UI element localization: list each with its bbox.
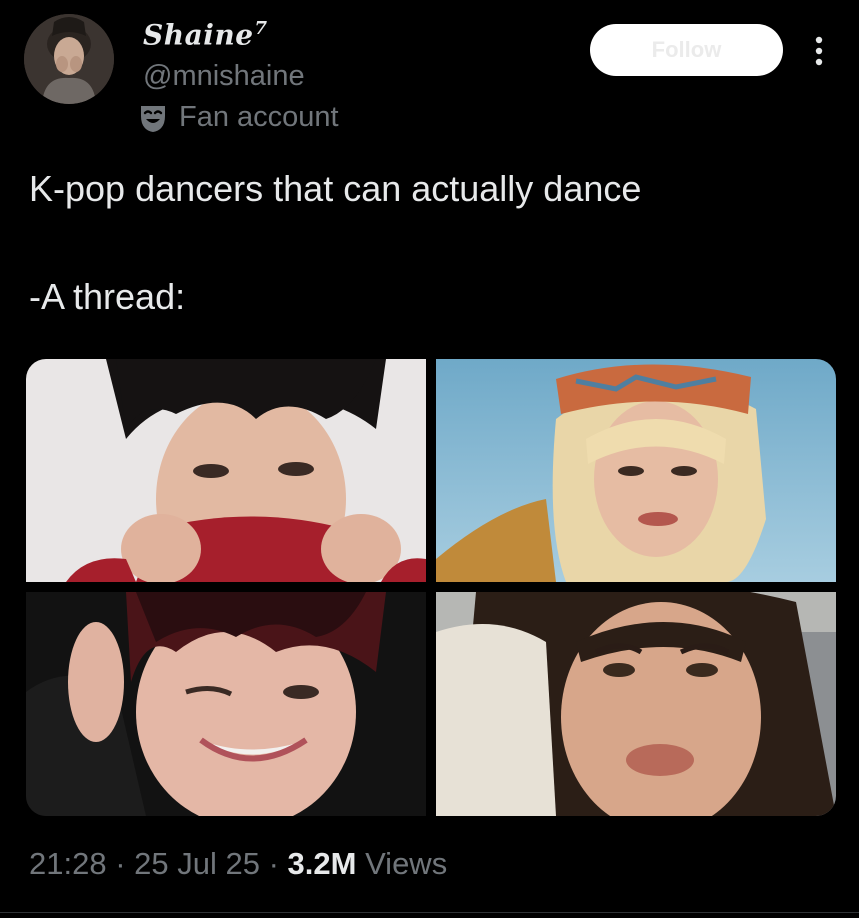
media-grid (26, 359, 836, 816)
tweet-date[interactable]: 25 Jul 25 (134, 846, 260, 881)
follow-button[interactable]: Follow (590, 24, 783, 76)
avatar[interactable] (24, 14, 114, 104)
media-photo-4[interactable] (436, 592, 836, 816)
display-name[interactable]: Shaine7 (143, 18, 268, 51)
display-name-suffix: 7 (254, 18, 268, 39)
media-photo-2[interactable] (436, 359, 836, 582)
more-vertical-icon[interactable] (806, 33, 832, 69)
divider (0, 912, 859, 913)
tweet-meta: 21:28 · 25 Jul 25 · 3.2M Views (29, 846, 447, 882)
media-photo-1[interactable] (26, 359, 426, 582)
meta-separator: · (259, 846, 288, 881)
fan-account-label: Fan account (139, 101, 339, 134)
label-text: Fan account (179, 101, 339, 133)
meta-separator: · (106, 846, 135, 881)
mask-icon (139, 103, 167, 133)
tweet-text-line-1: K-pop dancers that can actually dance (29, 168, 642, 209)
views-label: Views (356, 846, 448, 881)
views-count[interactable]: 3.2M (288, 846, 357, 881)
tweet: Shaine7 @mnishaine Fan account Follow K-… (0, 0, 859, 918)
tweet-time[interactable]: 21:28 (29, 846, 107, 881)
media-photo-3[interactable] (26, 592, 426, 816)
tweet-text-line-2: -A thread: (29, 276, 186, 317)
handle[interactable]: @mnishaine (143, 60, 305, 93)
